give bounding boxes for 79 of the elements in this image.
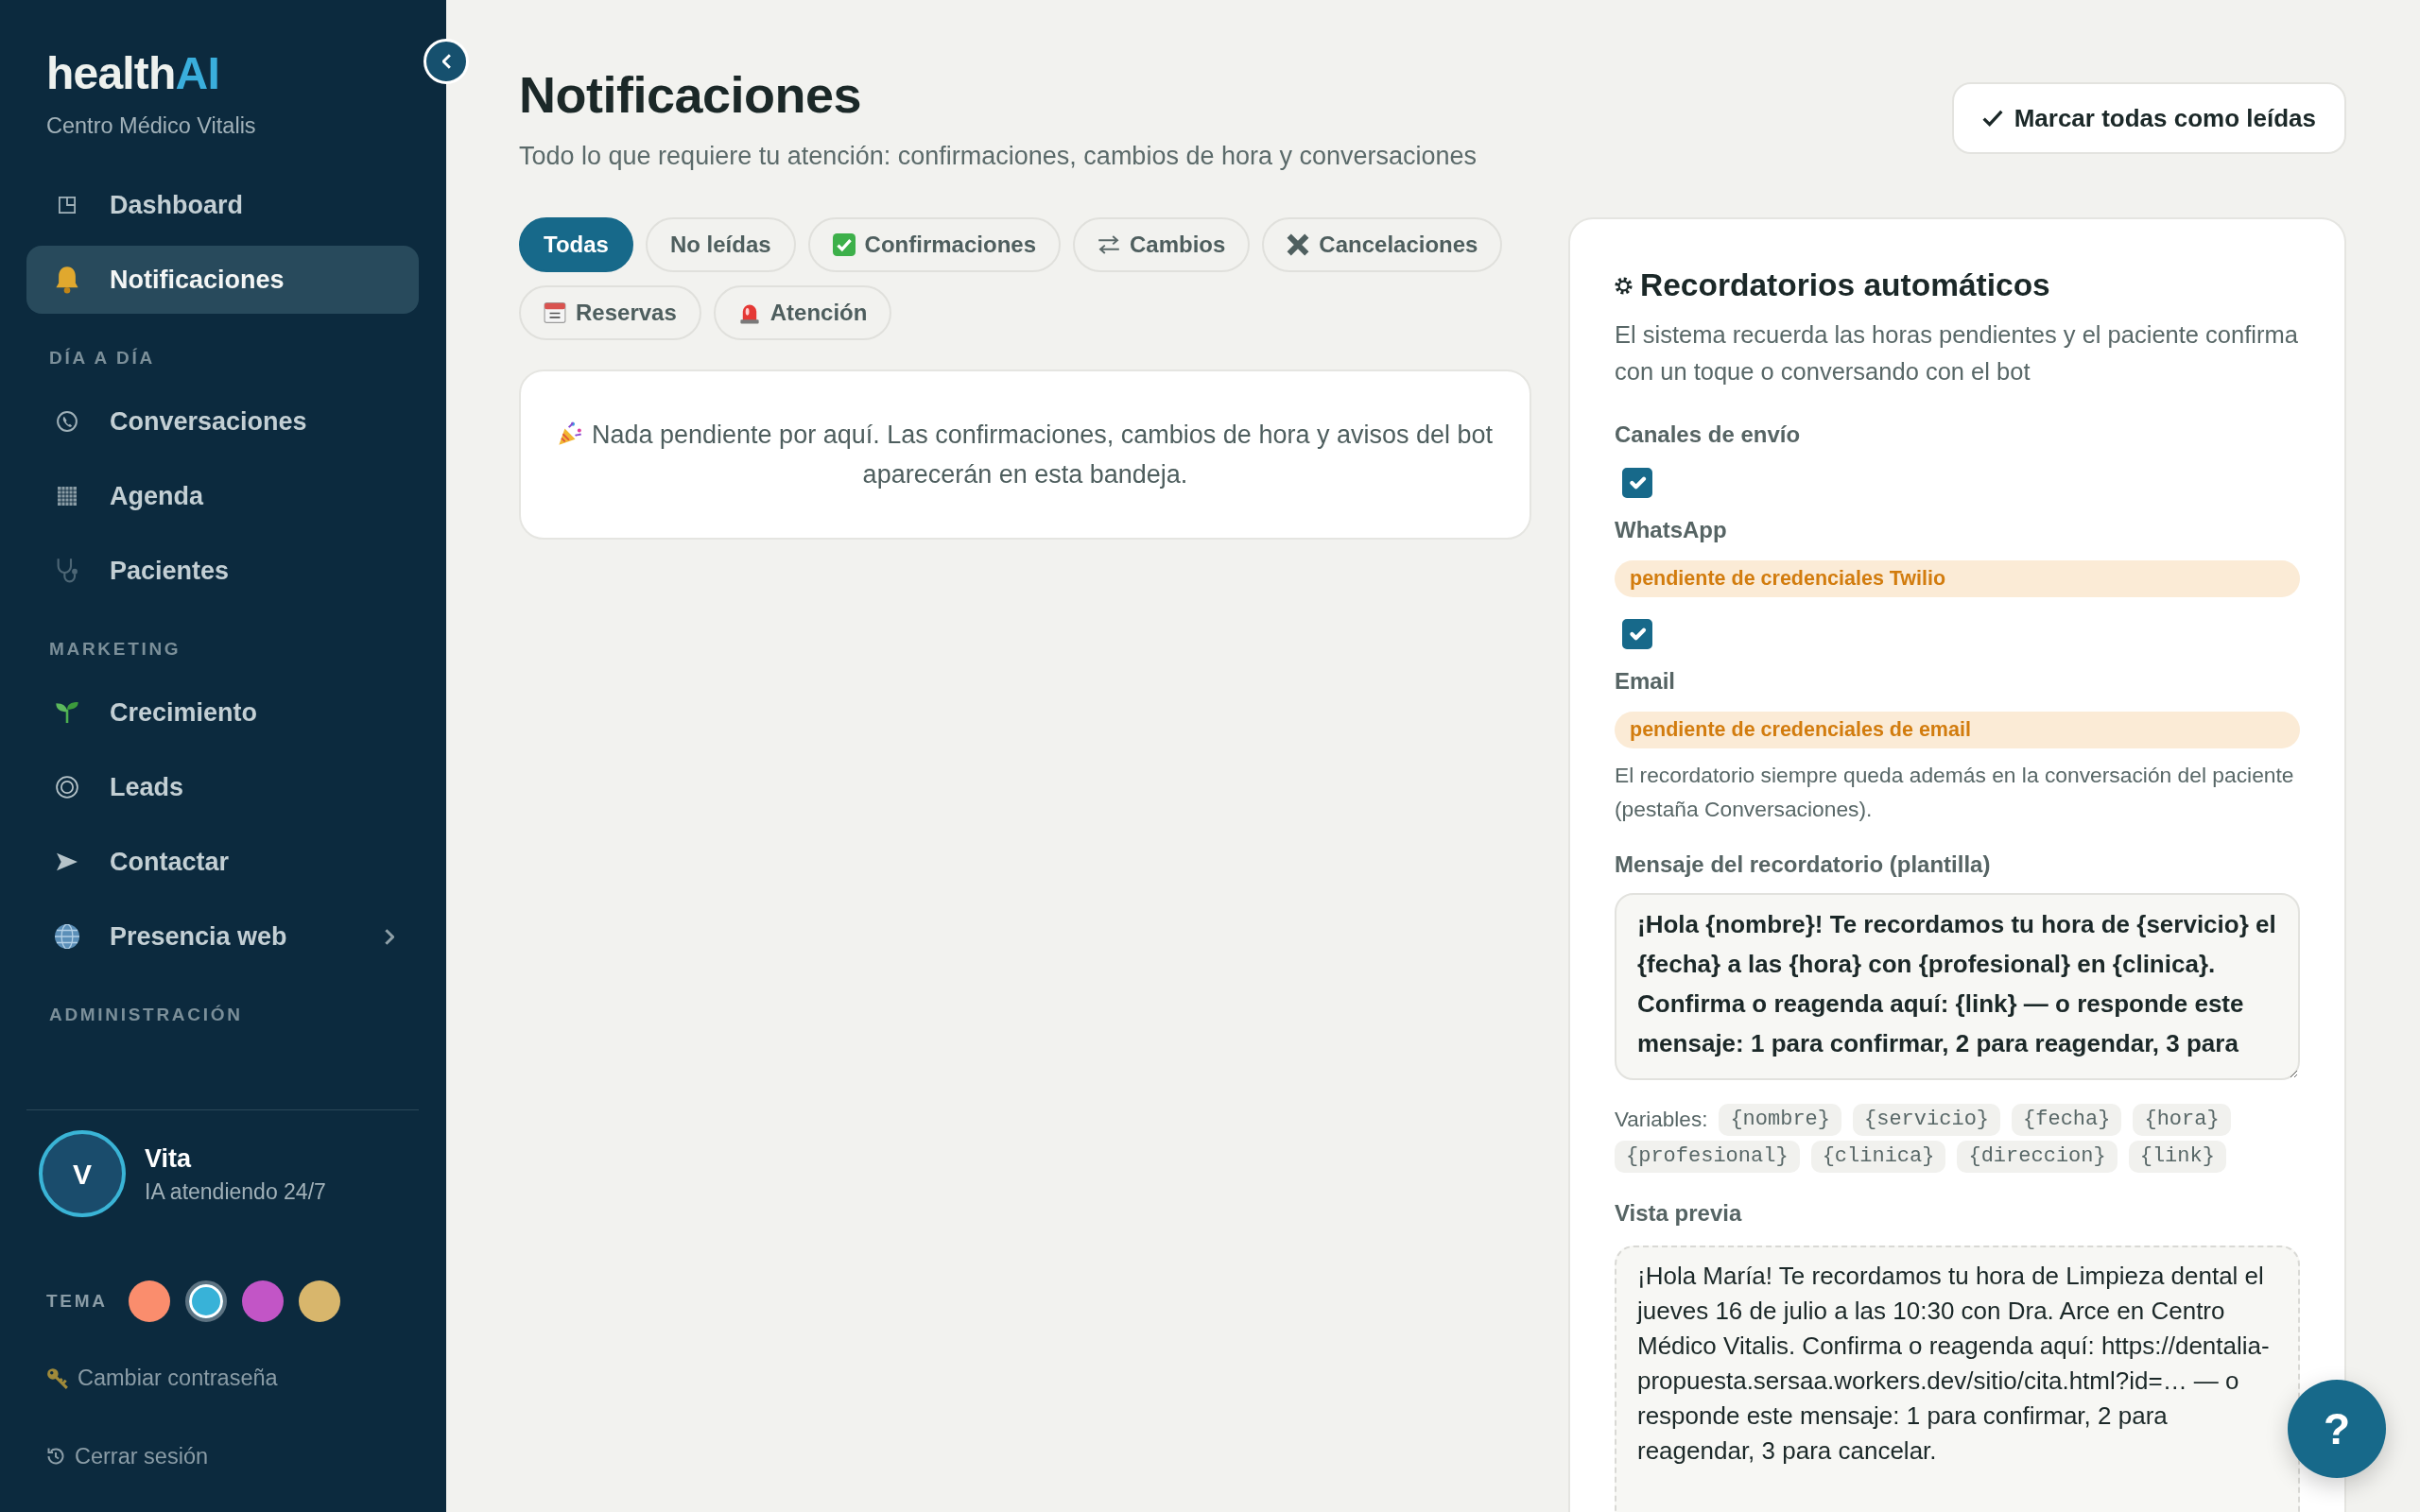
filter-tab[interactable]: Cambios [1073,217,1251,272]
globe-icon [55,924,79,949]
swatch-icon[interactable] [184,1280,227,1322]
logo: healthAI [46,51,219,96]
bell-icon [55,266,79,294]
cross-icon [1287,233,1310,256]
status-badge: pendiente de credenciales Twilio [1615,560,2300,597]
collapse-button[interactable] [424,39,469,84]
filter-tab[interactable]: Todas [519,217,633,272]
nav-item[interactable]: Conversaciones [26,387,419,455]
nav-section-heading: DÍA A DÍA [49,347,155,369]
nav-item[interactable]: Notificaciones [26,246,419,314]
swatch-icon[interactable] [128,1280,170,1322]
nav-section-heading: ADMINISTRACIÓN [49,1004,243,1026]
filter-tab[interactable]: Reservas [519,285,701,340]
checkbox[interactable] [1622,619,1652,649]
stethoscope-icon [56,558,78,584]
checkbox[interactable] [1622,468,1652,498]
nav-item[interactable]: Leads [26,753,419,821]
assistant-status: IA atendiendo 24/7 [145,1177,326,1206]
key-icon [46,1366,68,1389]
clinic-name: Centro Médico Vitalis [46,112,256,140]
nav-item[interactable]: Agenda [26,462,419,530]
status-badge: pendiente de credenciales de email [1615,712,2300,748]
message-preview: ¡Hola María! Te recordamos tu hora de Limpieza dental el jueves 16 de julio a las 10:30 con Dra. Arce en Centro Médico Vitalis. Confirma o reagenda aquí: https://dentalia-propuesta.sersaa.workers.dev/sitio/cita.html?id=… — o responde este mensaje: 1 para confirmar, 2 para reagendar, 3 para cancelar. [1615,1246,2300,1512]
nav-item[interactable]: Contactar [26,828,419,896]
variable-chip: {direccion} [1957,1141,2118,1173]
variable-chip: {servicio} [1853,1104,2001,1136]
template-field[interactable]: ¡Hola {nombre}! Te recordamos tu hora de {servicio} el {fecha} a las {hora} con {profesional} en {clinica}. Confirma o reagenda aquí: {link} — o responde este mensaje: 1 para confirmar, 2 para reagendar, 3 para [1615,893,2300,1080]
mark-all-read-button[interactable]: Marcar todas como leídas [1951,82,2346,154]
page-title: Notificaciones [519,65,862,124]
nav-item[interactable]: Pacientes [26,537,419,605]
variable-chip: {profesional} [1615,1141,1800,1173]
calendar-icon [544,301,566,324]
party-popper-icon [557,421,582,446]
nav-item[interactable]: Presencia web [26,902,419,971]
swatch-icon[interactable] [298,1280,340,1322]
phone-icon [57,411,78,432]
grid-icon [58,487,77,506]
filter-tab[interactable]: Cancelaciones [1262,217,1503,272]
history-icon [46,1447,65,1466]
channel-name: WhatsApp [1615,516,1727,544]
filter-tab[interactable]: Atención [713,285,892,340]
account-link[interactable]: Cambiar contraseña [46,1365,278,1391]
nav-section-heading: MARKETING [49,638,182,661]
variable-chip: {fecha} [2012,1104,2122,1136]
target-icon [56,776,78,799]
check-icon [1981,110,2003,127]
layout-icon [59,197,76,214]
field-label: Canales de envío [1615,421,1801,449]
filter-tab[interactable]: No leídas [645,217,796,272]
gear-icon [1615,276,1633,295]
help-button[interactable]: ? [2288,1380,2386,1478]
filter-tab[interactable]: Confirmaciones [807,217,1061,272]
field-label: Mensaje del recordatorio (plantilla) [1615,850,1991,879]
card-title: Recordatorios automáticos [1640,266,2050,304]
avatar: V [39,1130,126,1217]
empty-state-text: Nada pendiente por aquí. Las confirmaciones, cambios de hora y avisos del bot aparecerán en esta bandeja. [591,421,1494,489]
nav-item[interactable]: Dashboard [26,171,419,239]
account-link[interactable]: Cerrar sesión [46,1443,209,1469]
checkbox-icon [832,233,856,256]
assistant-name: Vita [145,1143,192,1175]
swatch-icon[interactable] [241,1280,284,1322]
theme-label: TEMA [46,1289,108,1313]
chevron-left-icon [441,54,451,69]
sprout-icon [55,700,79,725]
card-description: El sistema recuerda las horas pendientes y el paciente confirma con un toque o conversando con el bot [1615,320,2299,387]
variable-chip: {nombre} [1719,1104,1841,1136]
channel-note: El recordatorio siempre queda además en la conversación del paciente (pestaña Conversaciones). [1615,762,2295,823]
nav-item[interactable]: Crecimiento [26,679,419,747]
channel-name: Email [1615,667,1676,696]
swap-arrows-icon [1098,233,1120,256]
variable-chip: {clinica} [1810,1141,1946,1173]
page-subtitle: Todo lo que requiere tu atención: confirmaciones, cambios de hora y conversaciones [519,141,1478,172]
variables-label: Variables: [1615,1107,1708,1134]
field-label: Vista previa [1615,1199,1742,1228]
variable-chip: {link} [2128,1141,2226,1173]
variable-chip: {hora} [2133,1104,2231,1136]
arrowhead-icon [57,852,78,871]
